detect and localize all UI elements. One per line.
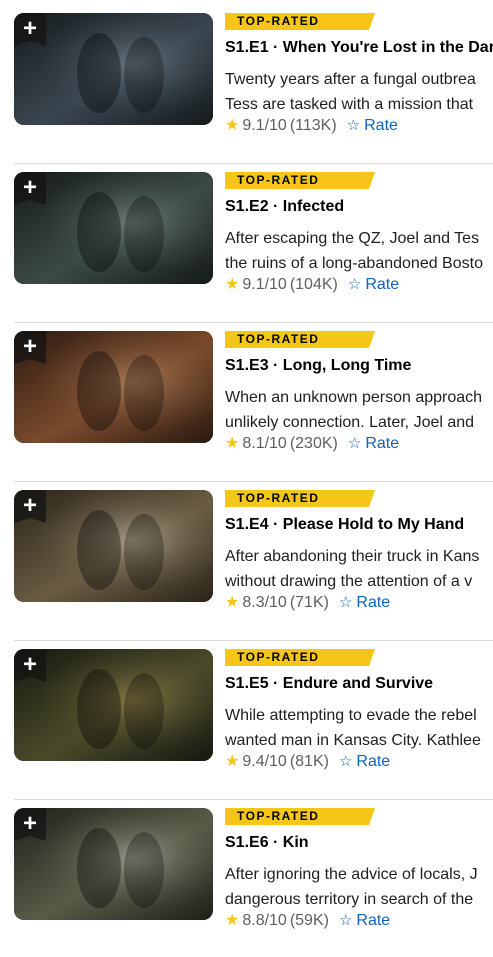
star-icon: ★ — [225, 594, 240, 611]
plus-icon: + — [22, 810, 37, 837]
episode-list: + TOP-RATED S1.E1 · When You're Lost in … — [0, 0, 493, 957]
star-outline-icon: ☆ — [347, 276, 362, 293]
star-outline-icon: ☆ — [338, 594, 353, 611]
episode-thumbnail[interactable]: + — [14, 172, 213, 284]
episode-item[interactable]: + TOP-RATED S1.E6 · Kin After ignoring t… — [0, 795, 493, 954]
add-to-watchlist-button[interactable]: + — [14, 13, 46, 46]
episode-plot: After ignoring the advice of locals, J d… — [225, 862, 493, 912]
rate-button[interactable]: ☆ Rate — [347, 116, 398, 136]
episode-title[interactable]: S1.E6 · Kin — [225, 833, 309, 853]
star-icon: ★ — [225, 435, 240, 452]
episode-item[interactable]: + TOP-RATED S1.E4 · Please Hold to My Ha… — [0, 477, 493, 636]
episode-rating: ★ 8.3/10 (71K) ☆ Rate — [225, 593, 390, 613]
add-to-watchlist-button[interactable]: + — [14, 490, 46, 523]
episode-rating: ★ 8.1/10 (230K) ☆ Rate — [225, 434, 399, 454]
plus-icon: + — [22, 174, 37, 201]
plot-line: the ruins of a long-abandoned Bosto — [225, 255, 483, 272]
episode-rating: ★ 8.8/10 (59K) ☆ Rate — [225, 911, 390, 931]
top-rated-badge: TOP-RATED — [225, 13, 375, 30]
episode-title[interactable]: S1.E3 · Long, Long Time — [225, 356, 411, 376]
episode-plot: While attempting to evade the rebel want… — [225, 703, 493, 753]
plot-line: without drawing the attention of a v — [225, 573, 473, 590]
rating-value: 9.1/10 — [242, 117, 287, 134]
episode-item[interactable]: + TOP-RATED S1.E5 · Endure and Survive W… — [0, 636, 493, 795]
rate-button[interactable]: ☆ Rate — [348, 275, 399, 295]
episode-thumbnail[interactable]: + — [14, 13, 213, 125]
episode-rating: ★ 9.4/10 (81K) ☆ Rate — [225, 752, 390, 772]
episode-rating: ★ 9.1/10 (113K) ☆ Rate — [225, 116, 398, 136]
vote-count: (71K) — [289, 594, 329, 611]
plot-line: When an unknown person approach — [225, 389, 483, 406]
episode-plot: After escaping the QZ, Joel and Tes the … — [225, 226, 493, 276]
episode-thumbnail[interactable]: + — [14, 649, 213, 761]
episode-title[interactable]: S1.E4 · Please Hold to My Hand — [225, 515, 464, 535]
plot-line: After ignoring the advice of locals, J — [225, 866, 478, 883]
rate-button[interactable]: ☆ Rate — [339, 911, 390, 931]
rate-label: Rate — [365, 435, 400, 452]
vote-count: (81K) — [289, 753, 329, 770]
plot-line: wanted man in Kansas City. Kathlee — [225, 732, 481, 749]
episode-item[interactable]: + TOP-RATED S1.E2 · Infected After escap… — [0, 159, 493, 318]
plus-icon: + — [22, 333, 37, 360]
episode-plot: After abandoning their truck in Kans wit… — [225, 544, 493, 594]
top-rated-badge: TOP-RATED — [225, 649, 375, 666]
plot-line: Twenty years after a fungal outbrea — [225, 71, 476, 88]
rate-label: Rate — [365, 276, 400, 293]
star-icon: ★ — [225, 276, 240, 293]
top-rated-badge: TOP-RATED — [225, 172, 375, 189]
rating-value: 8.8/10 — [242, 912, 287, 929]
star-outline-icon: ☆ — [347, 435, 362, 452]
rate-label: Rate — [356, 594, 391, 611]
plot-line: After escaping the QZ, Joel and Tes — [225, 230, 480, 247]
episode-title[interactable]: S1.E2 · Infected — [225, 197, 344, 217]
rating-value: 9.1/10 — [242, 276, 287, 293]
episode-plot: When an unknown person approach unlikely… — [225, 385, 493, 435]
rate-button[interactable]: ☆ Rate — [339, 752, 390, 772]
add-to-watchlist-button[interactable]: + — [14, 649, 46, 682]
star-outline-icon: ☆ — [346, 117, 361, 134]
episode-plot: Twenty years after a fungal outbrea Tess… — [225, 67, 493, 117]
episode-title[interactable]: S1.E5 · Endure and Survive — [225, 674, 433, 694]
vote-count: (113K) — [289, 117, 337, 134]
star-icon: ★ — [225, 912, 240, 929]
rate-button[interactable]: ☆ Rate — [339, 593, 390, 613]
add-to-watchlist-button[interactable]: + — [14, 331, 46, 364]
episode-thumbnail[interactable]: + — [14, 331, 213, 443]
episode-thumbnail[interactable]: + — [14, 490, 213, 602]
episode-thumbnail[interactable]: + — [14, 808, 213, 920]
rating-value: 9.4/10 — [242, 753, 287, 770]
star-outline-icon: ☆ — [338, 912, 353, 929]
vote-count: (59K) — [289, 912, 329, 929]
star-icon: ★ — [225, 753, 240, 770]
episode-rating: ★ 9.1/10 (104K) ☆ Rate — [225, 275, 399, 295]
rate-label: Rate — [364, 117, 398, 134]
plot-line: dangerous territory in search of the — [225, 891, 474, 908]
top-rated-badge: TOP-RATED — [225, 808, 375, 825]
rating-value: 8.3/10 — [242, 594, 287, 611]
top-rated-badge: TOP-RATED — [225, 331, 375, 348]
rate-label: Rate — [356, 753, 391, 770]
episode-item[interactable]: + TOP-RATED S1.E3 · Long, Long Time When… — [0, 318, 493, 477]
plus-icon: + — [22, 651, 37, 678]
rating-value: 8.1/10 — [242, 435, 287, 452]
episode-title[interactable]: S1.E1 · When You're Lost in the Darkn — [225, 38, 493, 58]
plot-line: While attempting to evade the rebel — [225, 707, 477, 724]
plus-icon: + — [22, 492, 37, 519]
rate-button[interactable]: ☆ Rate — [348, 434, 399, 454]
add-to-watchlist-button[interactable]: + — [14, 808, 46, 841]
star-outline-icon: ☆ — [338, 753, 353, 770]
plot-line: unlikely connection. Later, Joel and — [225, 414, 475, 431]
star-icon: ★ — [225, 117, 240, 134]
plus-icon: + — [22, 15, 37, 42]
rate-label: Rate — [356, 912, 391, 929]
plot-line: Tess are tasked with a mission that — [225, 96, 474, 113]
top-rated-badge: TOP-RATED — [225, 490, 375, 507]
vote-count: (230K) — [289, 435, 338, 452]
plot-line: After abandoning their truck in Kans — [225, 548, 480, 565]
episode-item[interactable]: + TOP-RATED S1.E1 · When You're Lost in … — [0, 0, 493, 159]
vote-count: (104K) — [289, 276, 338, 293]
